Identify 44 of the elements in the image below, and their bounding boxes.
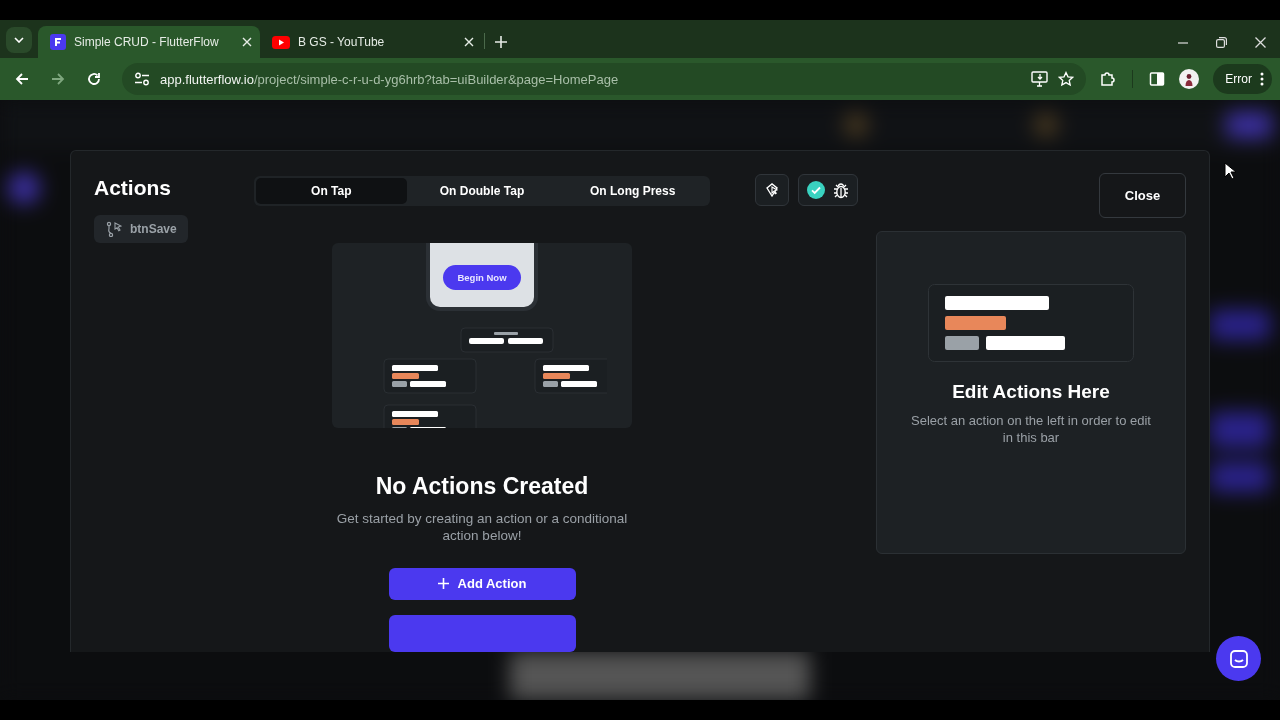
begin-now-button[interactable]: Begin Now (443, 265, 521, 290)
play-logo-icon (272, 35, 290, 49)
profile-avatar-icon[interactable] (1179, 69, 1200, 89)
editor-hint-text: Select an action on the left in order to edit in this bar (911, 412, 1151, 446)
back-arrow-icon[interactable] (14, 71, 30, 87)
more-vertical-icon (1260, 72, 1264, 86)
bug-icon (833, 181, 849, 199)
close-icon[interactable] (1255, 37, 1266, 48)
chevron-down-icon (14, 37, 24, 43)
extensions-puzzle-icon[interactable] (1100, 71, 1117, 87)
trigger-tab[interactable]: On Double Tap (406, 178, 558, 204)
close-icon[interactable] (242, 37, 252, 47)
branch-cursor-icon (106, 221, 122, 237)
trigger-tab[interactable]: On Long Press (557, 178, 708, 204)
app-logo-icon (50, 34, 66, 50)
trigger-tab[interactable]: On Tap (256, 178, 407, 204)
add-action-button[interactable]: Add Action (388, 567, 576, 600)
new-tab-icon[interactable] (495, 36, 507, 48)
url-text: app.flutterflow.io/project/simple-c-r-u-d-yg6hrb?tab=uiBuilder&page=HomePage (160, 71, 619, 87)
install-app-icon[interactable] (1031, 71, 1049, 87)
tab-search-button[interactable] (6, 27, 32, 53)
empty-state-text: Get started by creating an action or a conditional action below! (335, 509, 629, 544)
empty-state-title: No Actions Created (375, 471, 589, 500)
profile-error-button[interactable]: Error (1213, 64, 1272, 94)
editor-title: Edit Actions Here (952, 380, 1110, 404)
dialog-title: Actions (94, 175, 172, 201)
address-bar[interactable]: app.flutterflow.io/project/simple-c-r-u-d-yg6hrb?tab=uiBuilder&page=HomePage (122, 63, 1087, 95)
plus-icon (437, 578, 449, 590)
debug-button[interactable] (798, 174, 858, 206)
hand-pointer-icon (764, 182, 780, 198)
chat-icon (1228, 648, 1249, 669)
reload-icon[interactable] (86, 71, 102, 87)
close-button[interactable]: Close (1099, 173, 1186, 218)
site-settings-icon[interactable] (134, 72, 150, 86)
gesture-button[interactable] (755, 174, 789, 206)
widget-chip[interactable]: btnSave (94, 215, 188, 243)
mouse-cursor-icon (1224, 162, 1236, 180)
side-panel-icon[interactable] (1149, 71, 1166, 87)
restore-icon[interactable] (1216, 37, 1227, 48)
browser-tab[interactable]: Simple CRUD - FlutterFlow (38, 26, 260, 58)
bookmark-star-icon[interactable] (1058, 71, 1075, 87)
close-icon[interactable] (464, 37, 474, 47)
forward-arrow-icon[interactable] (50, 71, 66, 87)
browser-tab[interactable]: B GS - YouTube (260, 26, 482, 58)
